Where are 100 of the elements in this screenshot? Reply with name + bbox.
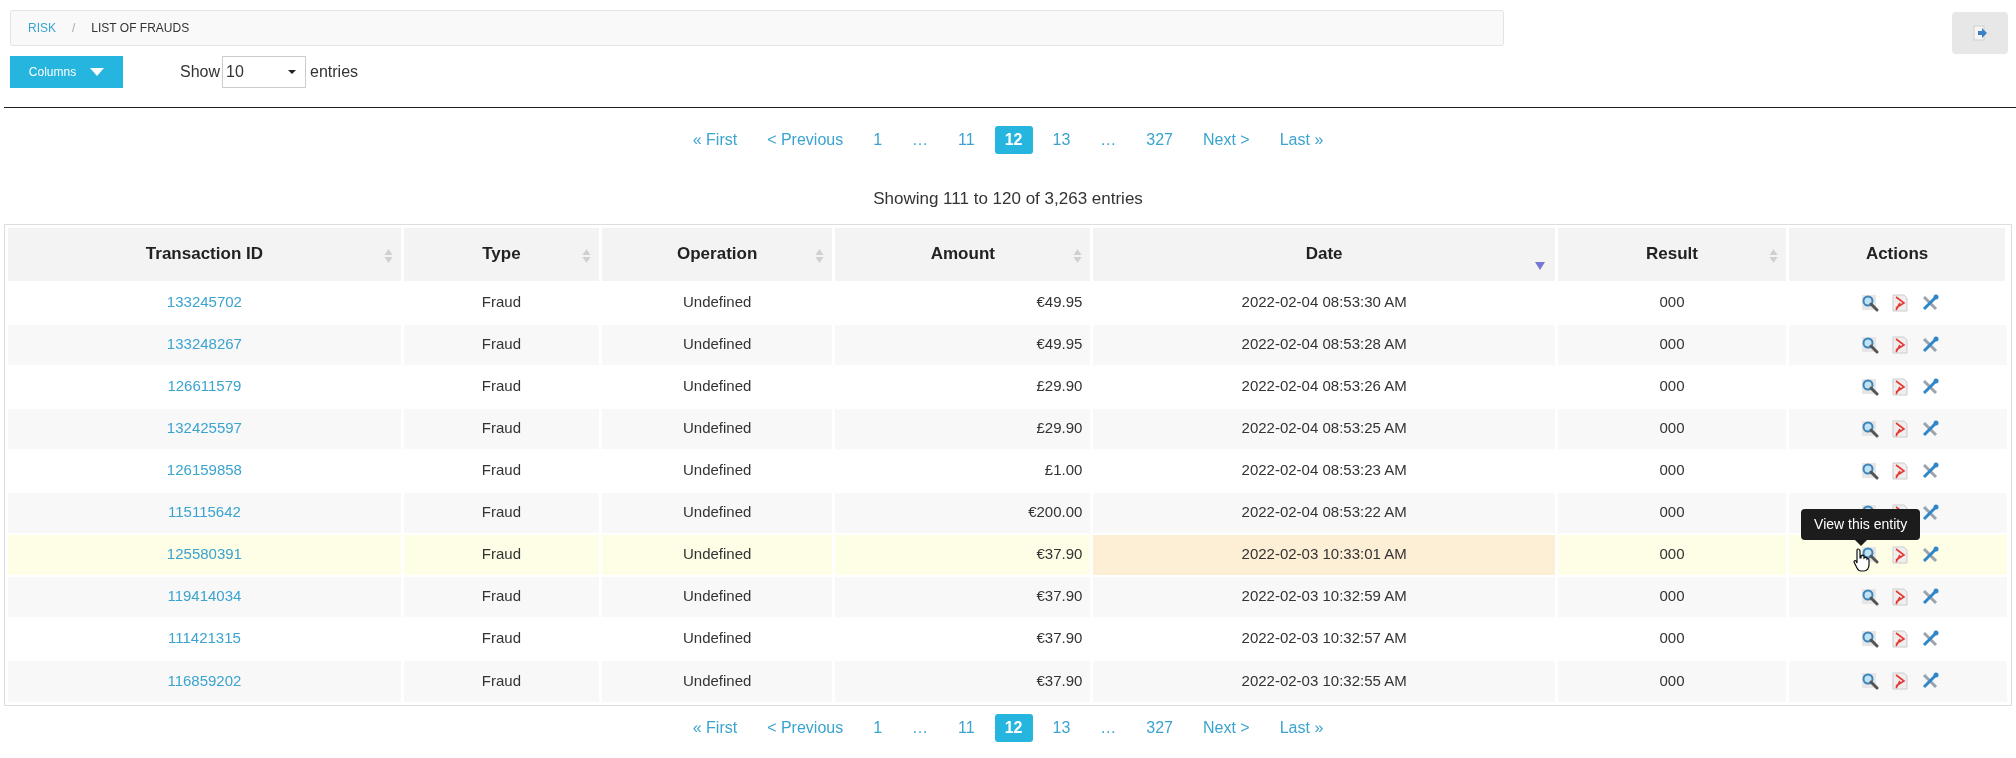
pdf-icon[interactable] [1890, 335, 1909, 354]
table-cell: €200.00 [833, 491, 1092, 534]
table-cell: €49.95 [833, 323, 1092, 366]
transaction-link[interactable]: 111421315 [168, 629, 241, 647]
page-link[interactable]: … [902, 126, 939, 154]
table-cell: Fraud [402, 323, 601, 366]
table-cell: 000 [1556, 407, 1788, 450]
breadcrumb-link[interactable]: RISK [28, 19, 56, 37]
table-cell: Undefined [600, 323, 834, 366]
tools-icon[interactable] [1920, 461, 1939, 480]
page-link[interactable]: 12 [994, 126, 1033, 154]
transaction-link[interactable]: 133245702 [166, 293, 242, 311]
transaction-link[interactable]: 119414034 [167, 587, 242, 605]
tools-icon[interactable] [1920, 419, 1939, 438]
transaction-link[interactable]: 115115642 [168, 503, 241, 521]
table-cell: €37.90 [833, 575, 1092, 618]
table-cell: 2022-02-04 08:53:25 AM [1091, 407, 1557, 450]
table-cell: 2022-02-04 08:53:22 AM [1091, 491, 1557, 534]
page-link[interactable]: Last » [1269, 713, 1334, 742]
tools-icon[interactable] [1920, 377, 1939, 396]
magnifier-icon[interactable] [1860, 461, 1879, 480]
page-link[interactable]: 327 [1136, 126, 1183, 154]
table-cell: Fraud [402, 533, 601, 576]
page-link[interactable]: Last » [1269, 126, 1334, 154]
pdf-icon[interactable] [1890, 545, 1909, 564]
tools-icon[interactable] [1920, 545, 1939, 564]
pdf-icon[interactable] [1890, 377, 1909, 396]
pdf-icon[interactable] [1890, 461, 1909, 480]
page-link[interactable]: Next > [1193, 713, 1260, 742]
tools-icon[interactable] [1920, 672, 1939, 690]
page-link[interactable]: « First [682, 713, 748, 742]
table-cell: Fraud [402, 491, 601, 534]
transaction-link[interactable]: 116859202 [167, 671, 242, 689]
table-cell: Fraud [402, 407, 601, 450]
page-link[interactable]: 11 [948, 126, 985, 154]
column-header: Actions [1787, 227, 2007, 282]
page-link[interactable]: < Previous [757, 713, 854, 742]
pdf-icon[interactable] [1890, 419, 1909, 438]
page-link[interactable]: 1 [863, 713, 893, 742]
magnifier-icon[interactable] [1860, 293, 1879, 312]
table-cell: 000 [1556, 659, 1788, 702]
pdf-icon[interactable] [1890, 672, 1909, 690]
page-link[interactable]: 11 [948, 713, 985, 742]
pdf-icon[interactable] [1890, 629, 1909, 648]
transaction-link[interactable]: 126159858 [166, 461, 242, 479]
magnifier-icon[interactable] [1860, 419, 1879, 438]
sort-descending-icon[interactable] [1534, 261, 1545, 270]
magnifier-icon[interactable] [1860, 672, 1879, 690]
transaction-link[interactable]: 133248267 [166, 335, 242, 353]
transaction-link[interactable]: 126611579 [167, 377, 242, 395]
column-header[interactable]: Transaction ID [8, 227, 403, 282]
table-cell: 2022-02-03 10:32:59 AM [1091, 575, 1557, 618]
caret-icon [288, 70, 297, 74]
tools-icon[interactable] [1920, 587, 1939, 606]
table-cell: Undefined [600, 533, 834, 576]
tools-icon[interactable] [1920, 503, 1939, 522]
page-link[interactable]: 12 [994, 713, 1033, 742]
pdf-icon[interactable] [1890, 293, 1909, 312]
page-link[interactable]: < Previous [757, 126, 854, 154]
export-document-icon [1971, 24, 1989, 42]
entries-info: Showing 111 to 120 of 3,263 entries [872, 188, 1144, 210]
table-cell: 000 [1556, 575, 1788, 618]
table-cell: Undefined [600, 407, 834, 450]
table-cell: Undefined [600, 659, 834, 702]
page-link[interactable]: 1 [863, 126, 893, 154]
transaction-link[interactable]: 132425597 [166, 419, 242, 437]
table-cell: €37.90 [833, 659, 1092, 702]
page-link[interactable]: 13 [1042, 713, 1081, 742]
page-link[interactable]: 13 [1042, 126, 1081, 154]
magnifier-icon[interactable] [1860, 587, 1879, 606]
show-label: Show [180, 62, 221, 82]
magnifier-icon[interactable] [1860, 335, 1879, 354]
page-link[interactable]: … [1090, 713, 1127, 742]
magnifier-icon[interactable] [1860, 377, 1879, 396]
column-header[interactable]: Operation [600, 227, 834, 282]
table-cell: 2022-02-04 08:53:28 AM [1091, 323, 1557, 366]
column-header[interactable]: Type [402, 227, 601, 282]
entries-select[interactable]: 10 [222, 56, 307, 88]
page-link[interactable]: Next > [1193, 126, 1260, 154]
tools-icon[interactable] [1920, 629, 1939, 648]
table-cell: Fraud [402, 659, 601, 702]
table-cell: 000 [1556, 533, 1788, 576]
column-header[interactable]: Date [1091, 227, 1557, 282]
table-cell: £29.90 [833, 407, 1092, 450]
table-cell: €37.90 [833, 533, 1092, 576]
page-link[interactable]: … [1090, 126, 1127, 154]
column-header[interactable]: Amount [833, 227, 1092, 282]
pdf-icon[interactable] [1890, 587, 1909, 606]
table-cell: Undefined [600, 575, 834, 618]
column-header[interactable]: Result [1556, 227, 1788, 282]
magnifier-icon[interactable] [1860, 629, 1879, 648]
page-link[interactable]: 327 [1136, 713, 1183, 742]
tools-icon[interactable] [1920, 335, 1939, 354]
transaction-link[interactable]: 125580391 [166, 545, 242, 563]
page-link[interactable]: … [902, 713, 939, 742]
entries-label: entries [310, 62, 359, 82]
tooltip: View this entity [1801, 508, 1921, 546]
columns-button[interactable]: Columns [10, 56, 123, 88]
page-link[interactable]: « First [682, 126, 748, 154]
tools-icon[interactable] [1920, 293, 1939, 312]
